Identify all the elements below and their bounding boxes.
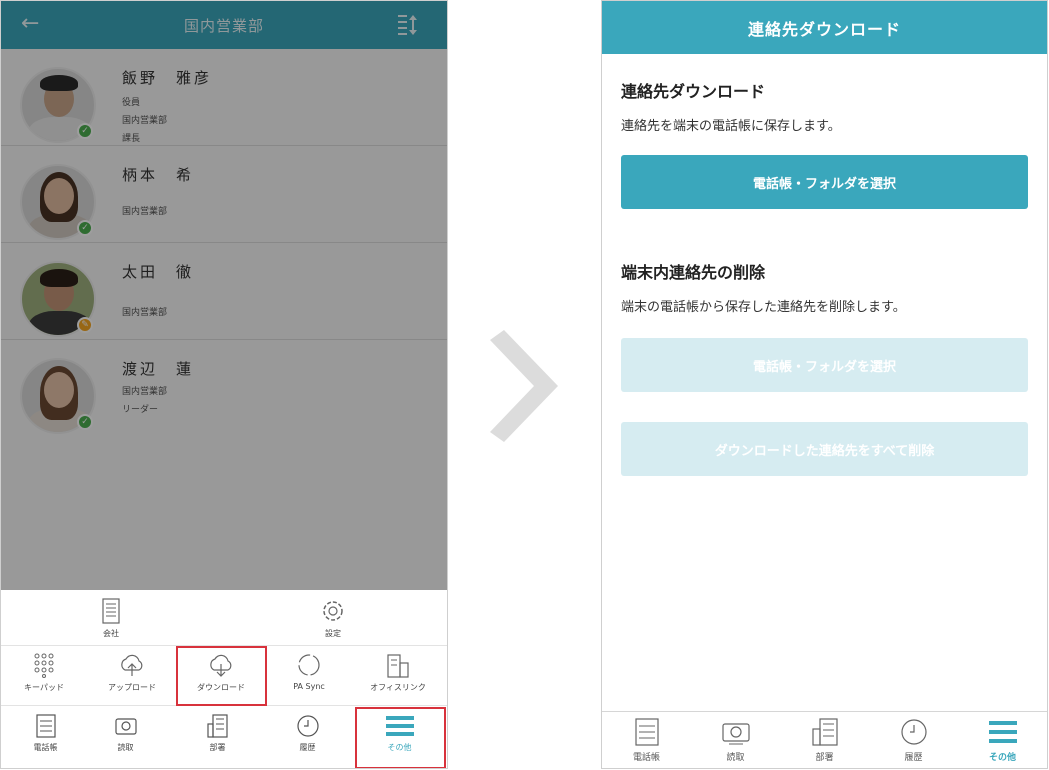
menu-item-label: アップロード	[108, 683, 156, 692]
dim-overlay[interactable]	[1, 1, 447, 590]
sync-icon	[298, 654, 320, 676]
menu-item-keypad[interactable]: キーパッド	[7, 650, 81, 693]
menu-item-upload[interactable]: アップロード	[93, 650, 171, 693]
phonebook-icon	[35, 714, 56, 738]
nav-item-label: 読取	[117, 743, 134, 752]
company-icon	[102, 598, 120, 624]
bottom-nav: 電話帳 読取 部署 履歴 その他	[602, 711, 1047, 768]
nav-item-scan[interactable]: 読取	[691, 712, 780, 768]
nav-item-label: その他	[988, 753, 1016, 763]
download-section-description: 連絡先を端末の電話帳に保存します。	[621, 119, 841, 134]
select-phonebook-folder-button[interactable]: 電話帳・フォルダを選択	[621, 155, 1028, 209]
delete-section-title: 端末内連絡先の削除	[621, 263, 766, 282]
nav-item-label: 部署	[815, 753, 834, 763]
delete-select-phonebook-folder-button[interactable]: 電話帳・フォルダを選択	[621, 338, 1028, 392]
page-title: 連絡先ダウンロード	[747, 19, 901, 39]
nav-item-department[interactable]: 部署	[780, 712, 869, 768]
nav-item-history[interactable]: 履歴	[869, 712, 958, 768]
highlight-download-box	[176, 646, 267, 706]
chevron-right-icon	[490, 330, 558, 442]
nav-item-other[interactable]: その他	[958, 712, 1047, 768]
highlight-other-box	[355, 707, 446, 768]
office-link-icon	[387, 654, 409, 678]
clock-icon	[900, 719, 927, 745]
nav-item-label: 履歴	[299, 743, 316, 752]
menu-item-company[interactable]: 会社	[81, 596, 141, 639]
menu-item-office-link[interactable]: オフィスリンク	[353, 650, 443, 693]
menu-row-primary: 会社 設定	[1, 590, 447, 646]
phonebook-icon	[634, 718, 659, 746]
download-section-title: 連絡先ダウンロード	[621, 82, 766, 101]
right-phone-screen: 連絡先ダウンロード 連絡先ダウンロード 連絡先を端末の電話帳に保存します。 電話…	[601, 0, 1048, 769]
clock-icon	[296, 715, 319, 737]
nav-item-label: 電話帳	[632, 753, 660, 763]
menu-item-pa-sync[interactable]: PA Sync	[271, 650, 347, 691]
keypad-icon	[34, 653, 54, 678]
building-icon	[206, 714, 228, 738]
nav-item-scan[interactable]: 読取	[81, 706, 170, 768]
nav-item-phonebook[interactable]: 電話帳	[602, 712, 691, 768]
gear-icon	[323, 601, 343, 621]
left-phone-screen: ← 国内営業部 ✓ 飯野 雅彦 役員 国内営業部 課長 ✓ 柄本 希 国内営業部…	[0, 0, 448, 769]
menu-item-settings[interactable]: 設定	[303, 596, 363, 639]
nav-item-label: 履歴	[904, 753, 923, 763]
camera-icon	[114, 718, 137, 735]
menu-item-label: 設定	[325, 629, 341, 638]
cloud-upload-icon	[121, 654, 143, 676]
nav-item-department[interactable]: 部署	[173, 706, 262, 768]
menu-icon	[988, 721, 1017, 743]
menu-item-label: キーパッド	[24, 683, 64, 692]
building-icon	[811, 718, 838, 746]
menu-item-label: PA Sync	[293, 682, 325, 691]
right-header: 連絡先ダウンロード	[602, 1, 1047, 54]
camera-icon	[721, 723, 750, 745]
delete-section-description: 端末の電話帳から保存した連絡先を削除します。	[621, 300, 906, 315]
nav-item-history[interactable]: 履歴	[263, 706, 352, 768]
nav-item-label: 電話帳	[33, 743, 58, 752]
menu-item-label: 会社	[103, 629, 119, 638]
nav-item-phonebook[interactable]: 電話帳	[1, 706, 90, 768]
nav-item-label: 読取	[726, 753, 745, 763]
menu-item-label: オフィスリンク	[370, 683, 426, 692]
delete-all-downloaded-button[interactable]: ダウンロードした連絡先をすべて削除	[621, 422, 1028, 476]
nav-item-label: 部署	[209, 743, 226, 752]
